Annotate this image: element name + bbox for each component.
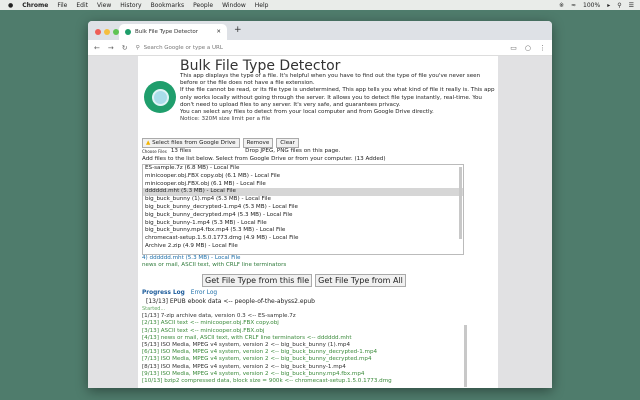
remove-button[interactable]: Remove [242, 138, 274, 148]
app-logo-icon [144, 81, 176, 113]
battery-status[interactable]: 100% [583, 2, 600, 9]
forward-icon[interactable]: → [108, 44, 114, 52]
file-list-item[interactable]: big_buck_bunny_decrypted.mp4 (5.3 MB) - … [143, 212, 463, 220]
menu-kebab-icon[interactable]: ⋮ [539, 44, 546, 52]
app-content: Bulk File Type Detector This app display… [138, 56, 498, 388]
file-list[interactable]: ES-sample.7z (6.8 MB) - Local File minico… [142, 164, 464, 255]
tab-title: Bulk File Type Detector [135, 29, 199, 35]
add-files-hint: Add files to the list below. Select from… [142, 156, 386, 162]
log-scrollbar[interactable] [464, 325, 467, 387]
log-line: [8/13] ISO Media, MPEG v4 system, versio… [142, 363, 346, 370]
address-placeholder: Search Google or type a URL [143, 44, 223, 51]
log-line: [10/13] bzip2 compressed data, block siz… [142, 378, 392, 385]
browser-tab[interactable]: Bulk File Type Detector ✕ [119, 24, 227, 40]
file-list-item[interactable]: big_buck_bunny_decrypted-1.mp4 (5.3 MB) … [143, 204, 463, 212]
choose-files-button[interactable]: Choose Files [142, 148, 167, 155]
desc-para-3: You can select any files to detect from … [180, 109, 434, 116]
browser-window: Bulk File Type Detector ✕ + ← → ↻ ⚲ Sear… [88, 21, 552, 388]
menu-edit[interactable]: Edit [76, 2, 88, 9]
file-list-item[interactable]: Archive 2.zip (4.9 MB) - Local File [143, 243, 463, 251]
minimize-window-icon[interactable] [104, 29, 110, 35]
bluetooth-icon[interactable]: ※ [559, 2, 564, 9]
log-latest: [13/13] EPUB ebook data <-- people-of-th… [146, 298, 315, 305]
progress-log: [13/13] EPUB ebook data <-- people-of-th… [142, 297, 464, 388]
wifi-icon[interactable]: ≈ [571, 2, 576, 9]
file-list-item[interactable]: minicooper.obj.FBX copy.obj (6.1 MB) - L… [143, 173, 463, 181]
tab-bar: Bulk File Type Detector ✕ + [88, 21, 552, 40]
apple-icon[interactable]: ● [8, 2, 13, 9]
file-list-scrollbar[interactable] [459, 167, 462, 239]
search-icon[interactable]: ⚲ [617, 2, 621, 9]
log-line: [5/13] ISO Media, MPEG v4 system, versio… [142, 342, 351, 349]
desc-para-2: If the file cannot be read, or its file … [180, 87, 495, 108]
file-list-item[interactable]: ES-sample.7z (6.8 MB) - Local File [143, 165, 463, 173]
close-tab-icon[interactable]: ✕ [216, 29, 221, 35]
cast-icon[interactable]: ▭ [510, 44, 517, 52]
back-icon[interactable]: ← [94, 44, 100, 52]
address-bar[interactable]: ⚲ Search Google or type a URL [136, 45, 503, 51]
files-count: 13 files [170, 148, 192, 154]
list-icon[interactable]: ☰ [629, 2, 634, 9]
menu-history[interactable]: History [120, 2, 141, 9]
menu-view[interactable]: View [97, 2, 111, 9]
file-list-item[interactable]: chromecast-setup.1.5.0.1773.dmg (4.9 MB)… [143, 235, 463, 243]
mac-menubar: ● Chrome File Edit View History Bookmark… [0, 0, 640, 10]
drive-icon: ▲ [146, 140, 151, 146]
menu-window[interactable]: Window [222, 2, 246, 9]
log-line: [3/13] ASCII text <-- minicooper.obj.FBX… [142, 327, 265, 334]
get-type-all-button[interactable]: Get File Type from All [315, 274, 406, 287]
file-list-item[interactable]: dddddd.mht (5.3 MB) - Local File [143, 188, 463, 197]
menu-file[interactable]: File [57, 2, 67, 9]
browser-toolbar: ← → ↻ ⚲ Search Google or type a URL ▭ ○ … [88, 40, 552, 56]
favicon-icon [125, 29, 131, 35]
get-type-this-button[interactable]: Get File Type from this file [202, 274, 313, 287]
file-list-item[interactable]: minicooper.obj.FBX.obj (6.1 MB) - Local … [143, 181, 463, 189]
file-list-item[interactable]: big_buck_bunny (1).mp4 (5.3 MB) - Local … [143, 196, 463, 204]
log-line: [2/13] ASCII text <-- minicooper.obj.FBX… [142, 320, 279, 327]
clear-button[interactable]: Clear [276, 138, 299, 148]
log-line: [6/13] ISO Media, MPEG v4 system, versio… [142, 349, 378, 356]
menu-bookmarks[interactable]: Bookmarks [151, 2, 185, 9]
search-icon: ⚲ [135, 44, 140, 51]
page-title: Bulk File Type Detector [180, 58, 341, 74]
size-notice: Notice: 320M size limit per a file [180, 116, 271, 123]
reload-icon[interactable]: ↻ [122, 44, 128, 52]
file-list-item[interactable]: big_buck_bunny.mp4.fbx.mp4 (5.3 MB) - Lo… [143, 227, 463, 235]
file-list-item[interactable]: big_buck_bunny-1.mp4 (5.3 MB) - Local Fi… [143, 220, 463, 228]
profile-icon[interactable]: ○ [525, 44, 531, 52]
desc-para-1: This app displays the type of a file. It… [180, 73, 481, 87]
close-window-icon[interactable] [95, 29, 101, 35]
log-line: [4/13] news or mail, ASCII text, with CR… [142, 334, 352, 341]
page-viewport: Bulk File Type Detector This app display… [88, 56, 552, 388]
log-line: [1/13] 7-zip archive data, version 0.3 <… [142, 313, 296, 320]
selected-file-type: news or mail, ASCII text, with CRLF line… [142, 262, 287, 269]
volume-icon[interactable]: ▸ [607, 2, 610, 9]
log-line: [9/13] ISO Media, MPEG v4 system, versio… [142, 370, 365, 377]
description: This app displays the type of a file. It… [180, 73, 496, 123]
menu-chrome[interactable]: Chrome [22, 2, 48, 9]
drop-hint: Drop JPEG, PNG files on this page. [245, 148, 341, 154]
menu-people[interactable]: People [193, 2, 213, 9]
selected-file-info: 4) dddddd.mht (5.3 MB) - Local File [142, 255, 241, 261]
new-tab-icon[interactable]: + [234, 25, 242, 35]
google-drive-button[interactable]: ▲ Select files from Google Drive [142, 138, 240, 148]
log-line: [7/13] ISO Media, MPEG v4 system, versio… [142, 356, 372, 363]
drive-label: Select files from Google Drive [152, 140, 236, 146]
menu-help[interactable]: Help [255, 2, 269, 9]
log-started: Started... [142, 306, 166, 312]
